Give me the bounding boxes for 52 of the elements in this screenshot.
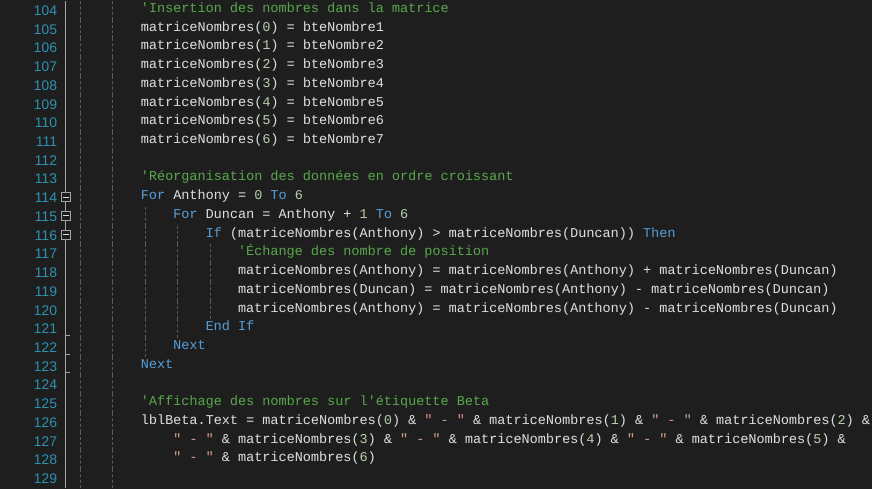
code-line: matriceNombres(0) = bteNombre1 — [140, 20, 384, 38]
code-line: For Anthony = 0 To 6 — [140, 188, 303, 206]
code-line: 'Échange des nombre de position — [238, 244, 490, 262]
code-line: matriceNombres(Anthony) = matriceNombres(Anthony) + matriceNombres(Duncan) — [238, 263, 838, 282]
code-line: matriceNombres(5) = bteNombre6 — [140, 113, 384, 132]
line-number: 115 — [34, 206, 57, 226]
code-line: End If — [206, 319, 254, 338]
line-number: 109 — [32, 94, 57, 114]
line-number: 105 — [32, 20, 57, 38]
line-number: 108 — [32, 76, 57, 95]
line-number: 107 — [32, 57, 57, 76]
code-line: matriceNombres(6) = bteNombre7 — [140, 132, 384, 150]
line-number: 118 — [34, 263, 57, 282]
code-line: matriceNombres(1) = bteNombre2 — [140, 38, 384, 56]
line-number: 124 — [32, 375, 57, 394]
code-line: matriceNombres(4) = bteNombre5 — [140, 94, 384, 113]
line-number: 128 — [32, 450, 57, 469]
line-number: 112 — [34, 150, 57, 170]
code-line: matriceNombres(Duncan) = matriceNombres(Anthony) - matriceNombres(Duncan) — [238, 282, 830, 300]
line-number: 121 — [32, 319, 57, 338]
line-number: 126 — [32, 412, 57, 432]
line-number: 110 — [34, 113, 57, 132]
code-line: 'Affichage des nombres sur l'étiquette Beta — [140, 394, 490, 412]
collapse-icon[interactable] — [61, 230, 71, 240]
line-number: 122 — [32, 338, 57, 357]
code-line: matriceNombres(2) = bteNombre3 — [140, 57, 384, 76]
code-line: If (matriceNombres(Anthony) > matriceNombres(Duncan)) Then — [206, 226, 676, 244]
line-number: 127 — [32, 432, 57, 450]
code-line: lblBeta.Text = matriceNombres(0) & " - " & matriceNombres(1) & " - " & matriceNombres(2) & — [140, 412, 870, 431]
line-number: 123 — [32, 356, 57, 376]
code-line: matriceNombres(Anthony) = matriceNombres(Anthony) - matriceNombres(Duncan) — [238, 300, 838, 318]
code-line: For Duncan = Anthony + 1 To 6 — [173, 206, 408, 225]
collapse-icon[interactable] — [61, 192, 71, 202]
line-number: 111 — [34, 132, 57, 151]
line-number: 106 — [32, 38, 57, 58]
code-line: 'Réorganisation des données en ordre croissant — [140, 169, 514, 188]
line-number: 104 — [32, 1, 57, 20]
line-number: 119 — [34, 282, 57, 300]
collapse-icon[interactable] — [61, 210, 71, 221]
code-line: Next — [173, 338, 206, 356]
line-number: 117 — [34, 244, 57, 264]
line-number: 114 — [34, 188, 57, 207]
line-number: 129 — [32, 468, 57, 488]
line-number: 125 — [32, 394, 57, 413]
line-number: 120 — [32, 300, 57, 320]
code-line: Next — [140, 356, 174, 375]
line-number: 116 — [34, 226, 57, 244]
code-line: 'Insertion des nombres dans la matrice — [140, 1, 449, 19]
code-line: " - " & matriceNombres(3) & " - " & matriceNombres(4) & " - " & matriceNombres(5) & — [173, 432, 846, 450]
code-line: matriceNombres(3) = bteNombre4 — [140, 76, 384, 94]
code-line: " - " & matriceNombres(6) — [173, 450, 376, 468]
line-number: 113 — [34, 169, 57, 188]
